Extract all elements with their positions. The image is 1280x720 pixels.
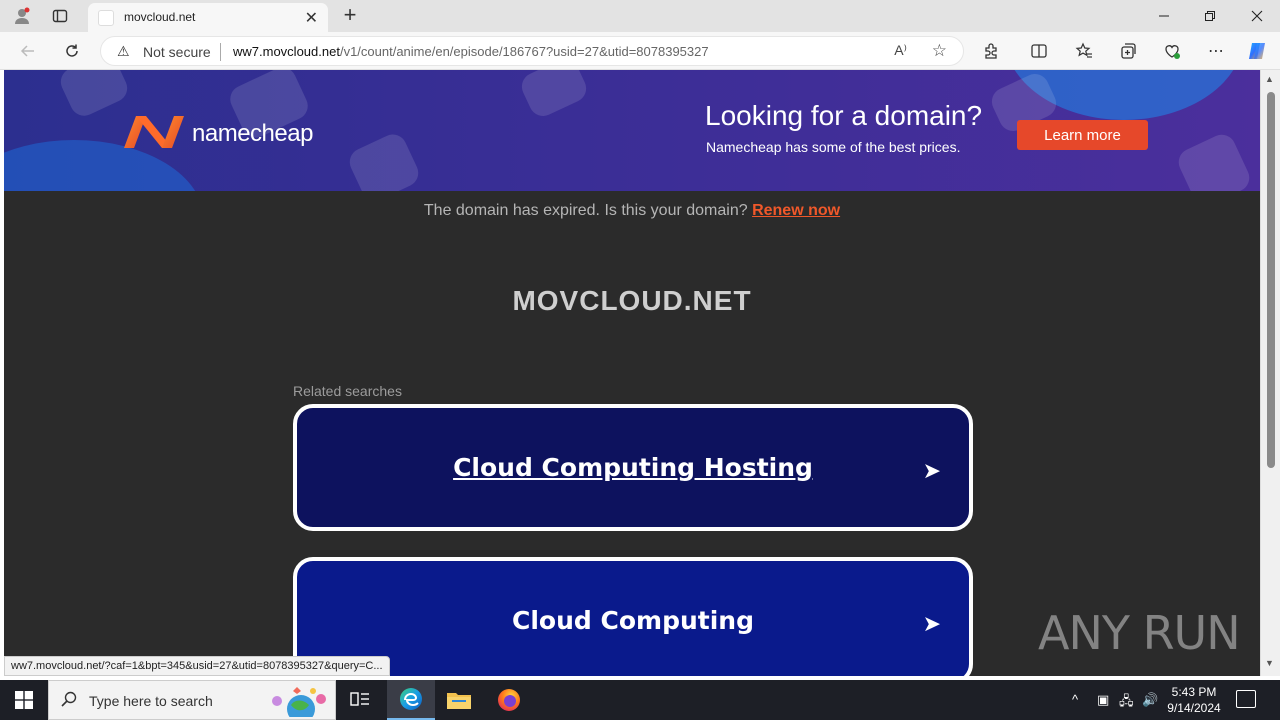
navigation-bar: ⚠ Not secure ww7.movcloud.net/v1/count/a… bbox=[0, 32, 1280, 70]
renew-now-link[interactable]: Renew now bbox=[752, 202, 840, 219]
url-host: ww7.movcloud.net bbox=[233, 44, 340, 59]
banner-decoration bbox=[56, 70, 132, 121]
scroll-down-icon[interactable]: ▼ bbox=[1265, 658, 1274, 668]
tab-favicon bbox=[98, 10, 114, 26]
tab-actions-icon[interactable] bbox=[48, 4, 72, 28]
address-bar[interactable]: ⚠ Not secure ww7.movcloud.net/v1/count/a… bbox=[100, 36, 964, 66]
close-tab-icon[interactable]: ✕ bbox=[305, 8, 318, 28]
search-highlight-art-icon bbox=[272, 687, 326, 717]
namecheap-logo-icon bbox=[124, 116, 184, 148]
namecheap-wordmark: namecheap bbox=[192, 120, 313, 147]
restore-icon[interactable] bbox=[1187, 0, 1233, 32]
clock-date: 9/14/2024 bbox=[1167, 701, 1221, 715]
favorite-star-icon[interactable]: ☆ bbox=[932, 41, 947, 61]
close-window-icon[interactable] bbox=[1234, 0, 1280, 32]
more-icon[interactable]: ⋯ bbox=[1204, 39, 1228, 63]
browser-essentials-icon[interactable] bbox=[1160, 39, 1184, 63]
windows-start-icon[interactable] bbox=[0, 680, 48, 720]
read-aloud-icon[interactable]: A⁾ bbox=[894, 42, 907, 59]
scroll-up-icon[interactable]: ▲ bbox=[1265, 74, 1274, 84]
search-placeholder: Type here to search bbox=[89, 693, 213, 709]
tray-overflow-icon[interactable]: ^ bbox=[1072, 692, 1078, 707]
clock-time: 5:43 PM bbox=[1171, 685, 1217, 699]
tab-title: movcloud.net bbox=[124, 10, 196, 24]
related-search-result[interactable]: Cloud Computing Hosting ➤ bbox=[293, 404, 973, 531]
url-text[interactable]: ww7.movcloud.net/v1/count/anime/en/episo… bbox=[233, 44, 709, 59]
related-search-result[interactable]: Cloud Computing ➤ bbox=[293, 557, 973, 676]
taskbar-search-box[interactable]: Type here to search bbox=[48, 680, 336, 720]
namecheap-banner[interactable]: namecheap Looking for a domain? Namechea… bbox=[4, 70, 1260, 191]
taskbar: Type here to search ^ ▣ 🖧 🔊 5:43 PM 9/14… bbox=[0, 680, 1280, 720]
file-explorer-icon[interactable] bbox=[435, 680, 483, 720]
title-bar: movcloud.net ✕ + bbox=[0, 0, 1280, 32]
back-icon[interactable] bbox=[16, 39, 40, 63]
split-screen-icon[interactable] bbox=[1027, 39, 1051, 63]
vertical-scrollbar[interactable]: ▲ ▼ bbox=[1260, 70, 1280, 676]
domain-title: MOVCLOUD.NET bbox=[512, 285, 752, 316]
expired-notice: The domain has expired. Is this your dom… bbox=[4, 202, 1260, 220]
result-label[interactable]: Cloud Computing bbox=[512, 606, 754, 635]
favorites-icon[interactable] bbox=[1072, 39, 1096, 63]
banner-decoration bbox=[1174, 130, 1254, 191]
new-tab-icon[interactable]: + bbox=[338, 4, 362, 28]
banner-subline: Namecheap has some of the best prices. bbox=[706, 139, 961, 155]
banner-decoration bbox=[345, 129, 423, 191]
edge-icon[interactable] bbox=[387, 680, 435, 720]
result-label[interactable]: Cloud Computing Hosting bbox=[453, 453, 813, 482]
arrow-right-icon: ➤ bbox=[922, 611, 941, 636]
status-url-bubble: ww7.movcloud.net/?caf=1&bpt=345&usid=27&… bbox=[4, 656, 390, 676]
anyrun-watermark: ANY RUN bbox=[1038, 606, 1241, 660]
divider bbox=[220, 43, 221, 61]
arrow-right-icon: ➤ bbox=[922, 458, 941, 483]
scroll-thumb[interactable] bbox=[1267, 92, 1275, 468]
banner-headline: Looking for a domain? bbox=[705, 100, 983, 131]
copilot-icon[interactable] bbox=[1245, 39, 1269, 63]
security-label[interactable]: Not secure bbox=[143, 44, 211, 60]
minimize-icon[interactable] bbox=[1141, 0, 1187, 32]
expired-text: The domain has expired. Is this your dom… bbox=[423, 202, 748, 219]
learn-more-button[interactable]: Learn more bbox=[1017, 120, 1148, 150]
collections-icon[interactable] bbox=[1116, 39, 1140, 63]
browser-tab[interactable]: movcloud.net ✕ bbox=[88, 3, 328, 32]
firefox-icon[interactable] bbox=[485, 680, 533, 720]
search-icon bbox=[61, 691, 77, 712]
tray-app-icon[interactable]: ▣ bbox=[1097, 692, 1109, 708]
page-viewport: namecheap Looking for a domain? Namechea… bbox=[4, 70, 1260, 676]
system-clock[interactable]: 5:43 PM 9/14/2024 bbox=[1162, 684, 1226, 716]
task-view-icon[interactable] bbox=[336, 680, 384, 720]
notification-icon[interactable] bbox=[1236, 690, 1256, 708]
extensions-icon[interactable] bbox=[979, 39, 1003, 63]
refresh-icon[interactable] bbox=[60, 39, 84, 63]
network-icon[interactable]: 🖧 bbox=[1119, 692, 1134, 714]
banner-decoration bbox=[517, 70, 591, 121]
volume-icon[interactable]: 🔊 bbox=[1142, 692, 1158, 708]
warning-icon[interactable]: ⚠ bbox=[117, 43, 130, 60]
profile-icon[interactable] bbox=[10, 4, 34, 28]
related-searches-label: Related searches bbox=[293, 383, 402, 399]
url-path: /v1/count/anime/en/episode/186767?usid=2… bbox=[339, 44, 709, 59]
